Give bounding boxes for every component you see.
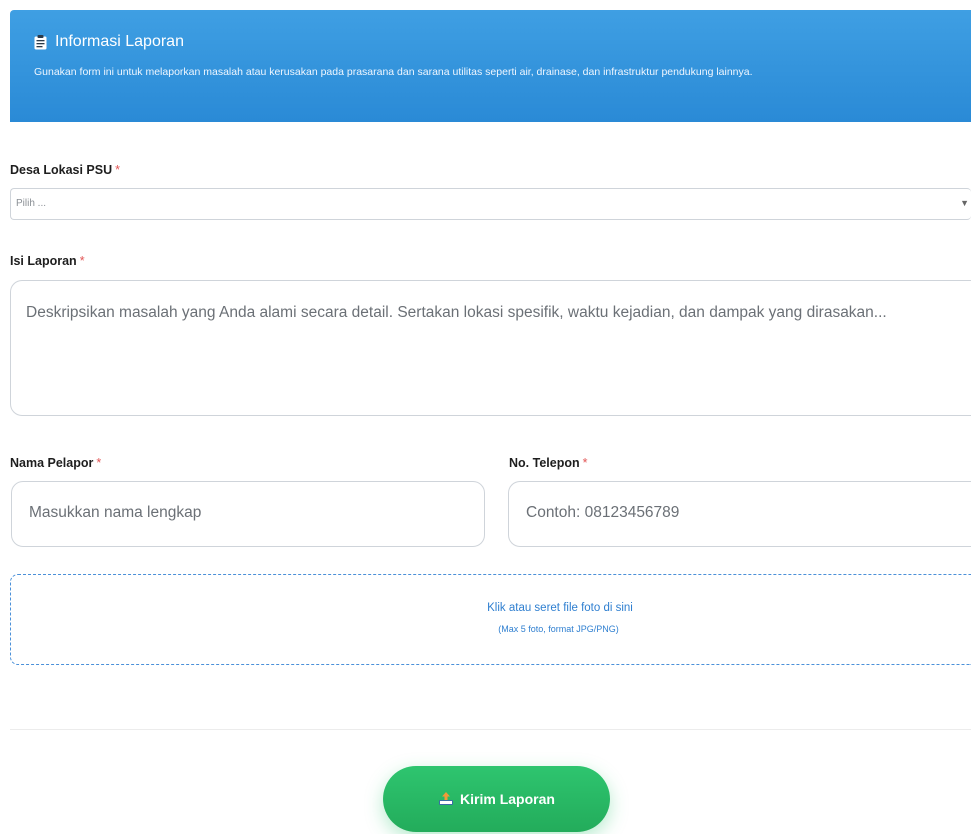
photo-dropzone[interactable]: Klik atau seret file foto di sini (Max 5… (10, 574, 971, 665)
submit-report-button[interactable]: Kirim Laporan (383, 766, 610, 832)
nama-pelapor-placeholder: Masukkan nama lengkap (29, 504, 202, 521)
desa-label: Desa Lokasi PSU * (10, 163, 120, 177)
telepon-input[interactable]: Contoh: 08123456789 (508, 481, 971, 547)
upload-icon (439, 792, 454, 805)
isi-laporan-placeholder: Deskripsikan masalah yang Anda alami sec… (26, 304, 887, 321)
telepon-label: No. Telepon * (509, 456, 587, 470)
desa-label-text: Desa Lokasi PSU (10, 163, 113, 177)
nama-pelapor-input[interactable]: Masukkan nama lengkap (11, 481, 485, 547)
desa-select-placeholder: Pilih ... (16, 198, 47, 209)
dropzone-main-text: Klik atau seret file foto di sini (487, 602, 633, 614)
chevron-down-icon: ▼ (960, 198, 969, 208)
dropzone-sub-text: (Max 5 foto, format JPG/PNG) (498, 624, 619, 634)
required-marker: * (96, 456, 102, 470)
banner-description: Gunakan form ini untuk melaporkan masala… (34, 66, 753, 78)
isi-laporan-label: Isi Laporan * (10, 254, 85, 268)
telepon-placeholder: Contoh: 08123456789 (526, 504, 680, 521)
desa-select[interactable]: Pilih ... ▼ (10, 188, 971, 220)
banner-title-row: Informasi Laporan (34, 32, 971, 52)
required-marker: * (79, 254, 85, 268)
isi-laporan-label-text: Isi Laporan (10, 254, 77, 268)
nama-pelapor-label-text: Nama Pelapor (10, 456, 94, 470)
info-banner: Informasi Laporan Gunakan form ini untuk… (10, 10, 971, 122)
nama-pelapor-label: Nama Pelapor * (10, 456, 101, 470)
isi-laporan-textarea[interactable]: Deskripsikan masalah yang Anda alami sec… (10, 280, 971, 416)
clipboard-icon (34, 34, 47, 49)
required-marker: * (582, 456, 588, 470)
required-marker: * (115, 163, 121, 177)
submit-label: Kirim Laporan (460, 791, 555, 807)
divider (10, 729, 971, 730)
telepon-label-text: No. Telepon (509, 456, 580, 470)
report-form-page: Informasi Laporan Gunakan form ini untuk… (0, 0, 971, 834)
banner-title: Informasi Laporan (55, 33, 184, 50)
